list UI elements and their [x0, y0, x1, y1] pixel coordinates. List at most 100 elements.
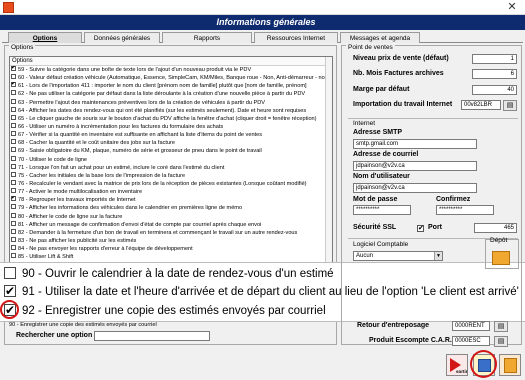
- marge-label: Marge par défaut: [353, 86, 410, 93]
- checkbox[interactable]: [11, 98, 16, 104]
- options-list[interactable]: Options 59 - Suivre la catégorie dans un…: [9, 56, 333, 269]
- checkbox[interactable]: [11, 106, 16, 112]
- option-row[interactable]: 62 - Ne pas utiliser la catégorie par dé…: [10, 90, 332, 98]
- checkbox[interactable]: [11, 212, 16, 218]
- escompte-browse-button[interactable]: ▤: [494, 336, 508, 347]
- zoom-option-92[interactable]: 92 - Enregistrer une copie des estimés e…: [4, 302, 326, 320]
- tab-messages-agenda[interactable]: Messages et agenda: [340, 32, 420, 43]
- exit-button[interactable]: sortir: [446, 354, 468, 376]
- niveau-label: Niveau prix de vente (défaut): [353, 55, 449, 62]
- cancel-icon: [504, 358, 517, 373]
- checkbox[interactable]: [11, 253, 16, 259]
- option-row[interactable]: 66 - Utiliser un numéro à incrémentation…: [10, 123, 332, 131]
- checkbox[interactable]: [11, 245, 16, 251]
- checkbox[interactable]: [11, 82, 16, 88]
- checkbox[interactable]: [4, 283, 16, 299]
- escompte-input[interactable]: 0000ESC: [452, 336, 490, 346]
- checkbox[interactable]: [11, 236, 16, 242]
- option-row[interactable]: 68 - Cacher la quantité et le coût unita…: [10, 139, 332, 147]
- import-browse-button[interactable]: ▤: [503, 100, 517, 111]
- option-row[interactable]: 71 - Lorsque l'on fait un achat pour un …: [10, 163, 332, 172]
- option-row[interactable]: 59 - Suivre la catégorie dans une boîte …: [10, 66, 332, 74]
- options-group-label: Options: [9, 44, 36, 51]
- exit-label: sortir: [456, 369, 468, 374]
- divider: [348, 118, 518, 119]
- tab-options[interactable]: Options: [8, 32, 82, 43]
- checkbox[interactable]: [11, 147, 16, 153]
- checkbox[interactable]: [11, 179, 16, 185]
- option-row[interactable]: 75 - Cacher les initiales de la base lor…: [10, 171, 332, 180]
- checkbox[interactable]: [11, 74, 16, 80]
- option-label: 65 - Le cliquer gauche de souris sur le …: [18, 115, 317, 122]
- highlight-circle: [0, 300, 19, 319]
- checkbox[interactable]: [11, 114, 16, 120]
- escompte-label: Produit Escompte C.A.R.: [369, 337, 452, 344]
- option-row[interactable]: 60 - Valeur défaut création véhicule (Au…: [10, 74, 332, 82]
- checkbox[interactable]: [11, 171, 16, 177]
- checkbox[interactable]: [11, 155, 16, 161]
- option-row[interactable]: 77 - Activer le mode multilocalisation e…: [10, 188, 332, 196]
- port-label: Port: [428, 224, 442, 231]
- option-label: 71 - Lorsque l'on fait un achat pour un …: [18, 164, 225, 171]
- option-row[interactable]: 83 - Ne pas afficher les publicité sur l…: [10, 236, 332, 245]
- search-input[interactable]: [94, 331, 210, 341]
- smtp-input[interactable]: smtp.gmail.com: [353, 139, 477, 149]
- option-row[interactable]: 81 - Afficher un message de confirmation…: [10, 220, 332, 229]
- checkbox[interactable]: [11, 220, 16, 226]
- option-row[interactable]: 84 - Ne pas envoyer les rapports d'erreu…: [10, 245, 332, 253]
- tab-ressources-internet[interactable]: Ressources Internet: [254, 32, 338, 43]
- nb-mois-input[interactable]: 6: [472, 69, 517, 79]
- user-input[interactable]: jdpainson@v2v.ca: [353, 183, 477, 193]
- password-input[interactable]: **********: [353, 205, 411, 215]
- checkbox[interactable]: [4, 266, 16, 279]
- option-row[interactable]: 70 - Utiliser le code de ligne: [10, 155, 332, 164]
- checkbox[interactable]: [11, 123, 16, 128]
- option-row[interactable]: 85 - Utiliser Lift & Shift: [10, 253, 332, 261]
- option-label: 85 - Utiliser Lift & Shift: [18, 254, 74, 261]
- tab-donnees-generales[interactable]: Données générales: [84, 32, 160, 43]
- option-label: 75 - Cacher les initiales de la base lor…: [18, 172, 186, 179]
- option-row[interactable]: 78 - Regrouper les travaux importés de I…: [10, 196, 332, 204]
- import-input[interactable]: 00v82LBR: [461, 100, 501, 110]
- courriel-input[interactable]: jdpainson@v2v.ca: [353, 161, 477, 171]
- checkbox[interactable]: [11, 131, 16, 137]
- option-label: 77 - Activer le mode multilocalisation e…: [18, 189, 143, 196]
- ssl-checkbox[interactable]: [417, 224, 424, 233]
- confirm-input[interactable]: **********: [436, 205, 494, 215]
- checkbox[interactable]: [11, 163, 16, 169]
- option-row[interactable]: 76 - Recalculer le vendant avec la matri…: [10, 179, 332, 188]
- option-label: 66 - Utiliser un numéro à incrémentation…: [18, 123, 224, 130]
- option-row[interactable]: 80 - Afficher le code de ligne sur la fa…: [10, 212, 332, 221]
- window-close-button[interactable]: ✕: [505, 0, 519, 14]
- option-label: 61 - Lors de l'importation 411 : importe…: [18, 83, 307, 90]
- search-label: Rechercher une option: [16, 332, 93, 339]
- option-row[interactable]: 64 - Afficher les dates des rendez-vous …: [10, 106, 332, 115]
- tab-rapports[interactable]: Rapports: [162, 32, 252, 43]
- cancel-button[interactable]: [499, 354, 521, 376]
- port-input[interactable]: 465: [474, 223, 517, 233]
- checkbox[interactable]: [11, 66, 16, 72]
- logiciel-select[interactable]: Aucun ▼: [353, 251, 443, 261]
- option-row[interactable]: 65 - Le cliquer gauche de souris sur le …: [10, 114, 332, 123]
- option-row[interactable]: 79 - Afficher les informations des véhic…: [10, 204, 332, 212]
- retour-input[interactable]: 0000RENT: [452, 321, 490, 331]
- depot-label: Dépôt: [490, 237, 508, 244]
- option-row[interactable]: 63 - Permettre l'ajout des maintenances …: [10, 98, 332, 107]
- confirm-label: Confirmez: [436, 196, 471, 203]
- niveau-input[interactable]: 1: [472, 54, 517, 64]
- checkbox[interactable]: [11, 188, 16, 194]
- checkbox[interactable]: [11, 204, 16, 210]
- zoom-option-90[interactable]: 90 - Ouvrir le calendrier à la date de r…: [4, 265, 334, 283]
- package-icon[interactable]: [492, 251, 510, 265]
- option-row[interactable]: 82 - Demander à la fermeture d'un bon de…: [10, 228, 332, 237]
- options-scrollbar[interactable]: [325, 57, 332, 268]
- checkbox[interactable]: [11, 228, 16, 234]
- option-row[interactable]: 69 - Saisie obligatoire du KM, plaque, n…: [10, 147, 332, 155]
- retour-browse-button[interactable]: ▤: [494, 321, 508, 332]
- option-row[interactable]: 67 - Vérifier si la quantité en inventai…: [10, 131, 332, 139]
- checkbox[interactable]: [11, 196, 16, 202]
- checkbox[interactable]: [11, 90, 16, 96]
- option-row[interactable]: 61 - Lors de l'importation 411 : importe…: [10, 82, 332, 90]
- marge-input[interactable]: 40: [472, 85, 517, 95]
- checkbox[interactable]: [11, 139, 16, 145]
